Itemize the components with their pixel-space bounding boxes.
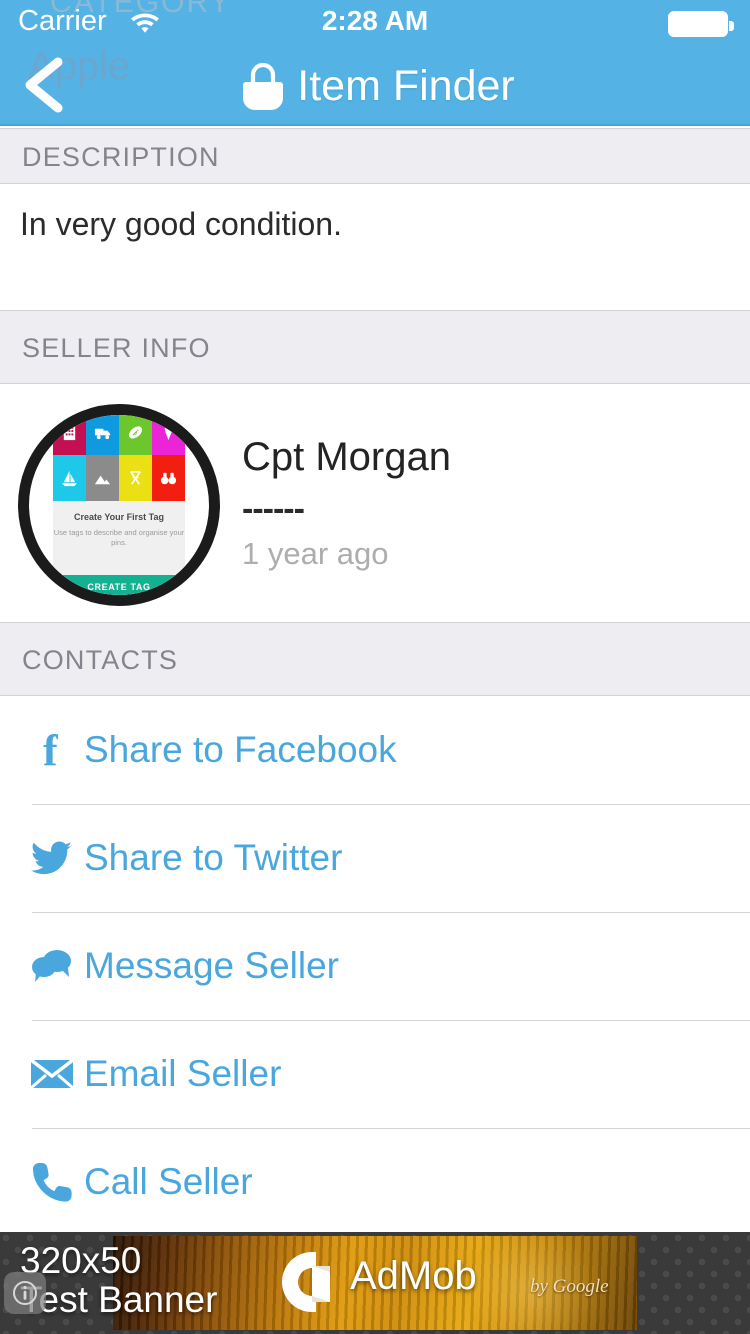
ad-banner-text: 320x50 Test Banner: [20, 1241, 217, 1319]
contact-row-call[interactable]: Call Seller: [0, 1128, 750, 1236]
contact-row-message[interactable]: Message Seller: [0, 912, 750, 1020]
contact-label-email: Email Seller: [84, 1053, 282, 1094]
app-screen: CATEGORY Apple Carrier 2:28 AM Item Find…: [0, 0, 750, 1334]
contact-label-message: Message Seller: [84, 945, 340, 986]
message-bubbles-icon: [24, 912, 80, 1020]
ad-banner[interactable]: 320x50 Test Banner AdMob by Google: [0, 1232, 750, 1334]
truck-icon: [86, 415, 119, 455]
avatar-tag-title: Create Your First Tag: [73, 512, 165, 522]
section-header-seller-info-label: SELLER INFO: [22, 333, 211, 363]
building-icon: [53, 415, 86, 455]
facebook-icon: f: [24, 696, 80, 804]
contact-row-email[interactable]: Email Seller: [0, 1020, 750, 1128]
mountain-icon: [86, 455, 119, 501]
contact-label-twitter: Share to Twitter: [84, 837, 343, 878]
contact-label-facebook: Share to Facebook: [84, 729, 397, 770]
battery-full-icon: [668, 11, 734, 37]
section-header-description-label: DESCRIPTION: [22, 142, 220, 172]
ad-banner-line1: 320x50: [20, 1240, 142, 1281]
phone-icon: [24, 1128, 80, 1236]
director-chair-icon: [119, 455, 152, 501]
clock-label: 2:28 AM: [321, 5, 429, 36]
avatar-image: Create Your First Tag Use tags to descri…: [53, 415, 185, 595]
tag-tile-grid: [53, 415, 185, 501]
contact-row-facebook[interactable]: f Share to Facebook: [0, 696, 750, 804]
section-header-contacts: CONTACTS: [0, 622, 750, 696]
avatar-tag-subtitle: Use tags to describe and organise your p…: [53, 528, 185, 547]
sailboat-icon: [53, 455, 86, 501]
svg-text:f: f: [43, 727, 59, 773]
contact-row-twitter[interactable]: Share to Twitter: [0, 804, 750, 912]
envelope-icon: [24, 1020, 80, 1128]
binoculars-icon: [152, 455, 185, 501]
status-bar: Carrier 2:28 AM: [0, 0, 750, 40]
contact-label-call: Call Seller: [84, 1161, 253, 1202]
seller-timestamp: 1 year ago: [242, 536, 389, 571]
description-panel: [0, 185, 750, 310]
nav-title-group: Item Finder: [0, 52, 750, 120]
seller-name: Cpt Morgan: [242, 435, 451, 479]
admob-brand-label: AdMob: [350, 1254, 477, 1298]
admob-logo-icon: [282, 1252, 330, 1312]
section-header-description: DESCRIPTION: [0, 128, 750, 184]
section-header-seller-info: SELLER INFO: [0, 310, 750, 384]
ad-banner-line2: Test Banner: [20, 1279, 218, 1320]
seller-detail: ------: [242, 490, 305, 528]
navigation-bar: CATEGORY Apple Carrier 2:28 AM Item Find…: [0, 0, 750, 126]
admob-brand-suffix-label: by Google: [530, 1276, 609, 1297]
page-title: Item Finder: [297, 62, 515, 110]
twitter-icon: [24, 804, 80, 912]
section-header-contacts-label: CONTACTS: [22, 645, 179, 675]
description-text: In very good condition.: [20, 206, 342, 242]
ice-cream-icon: [152, 415, 185, 455]
shopping-bag-icon: [243, 62, 284, 110]
info-icon[interactable]: [4, 1272, 46, 1314]
avatar[interactable]: Create Your First Tag Use tags to descri…: [18, 404, 220, 606]
football-icon: [119, 415, 152, 455]
